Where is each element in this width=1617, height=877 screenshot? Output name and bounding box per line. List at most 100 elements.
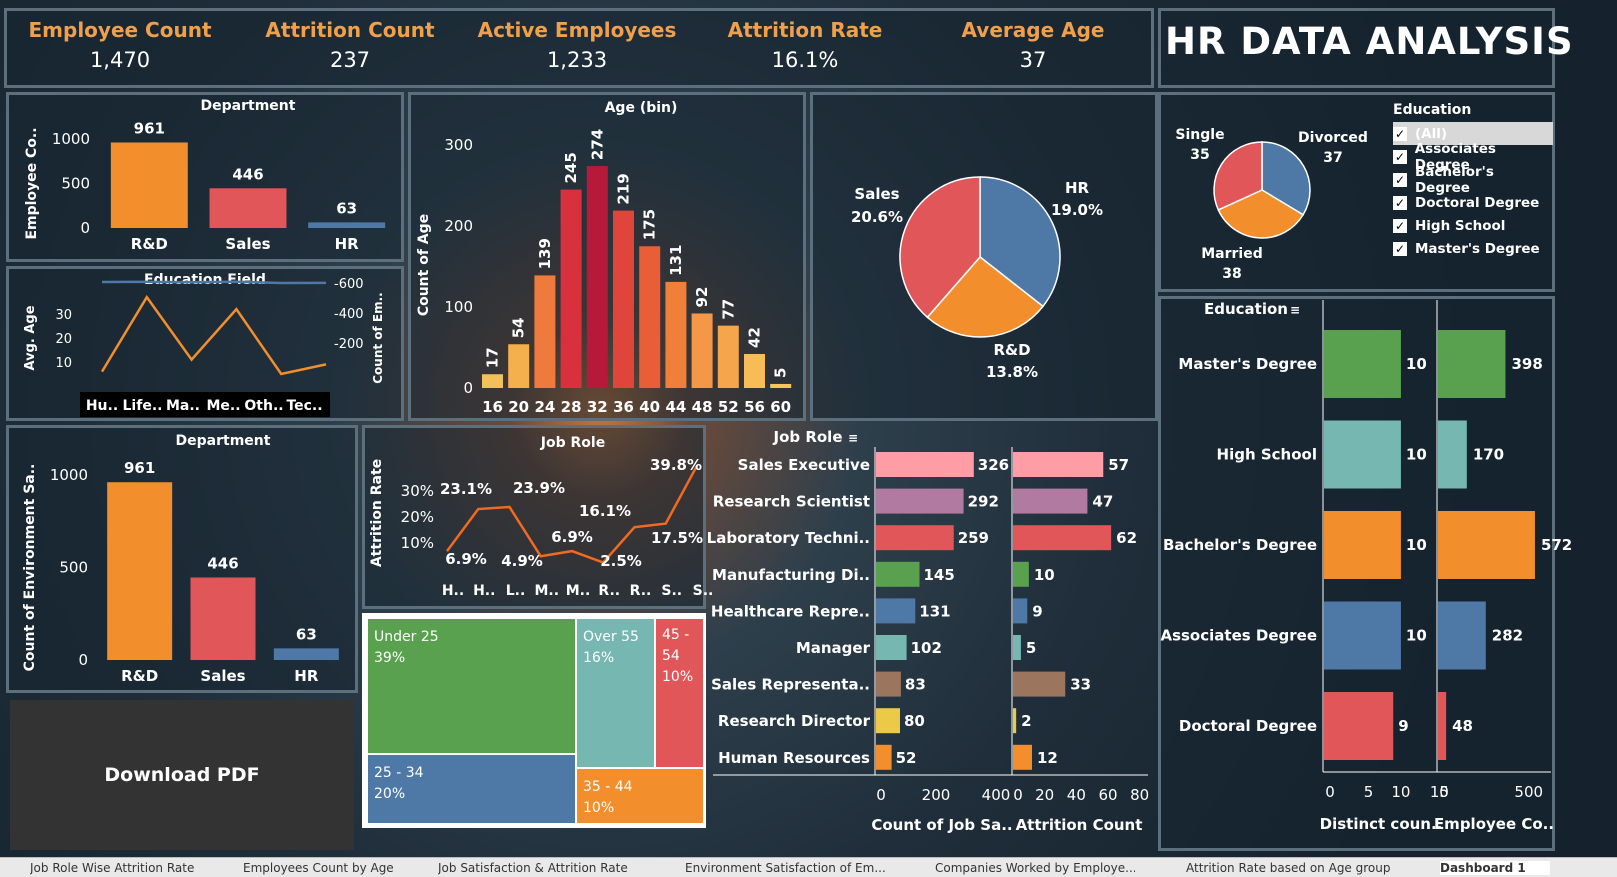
checkbox-icon[interactable]: ✓: [1393, 126, 1407, 141]
bar-value-label: 131: [919, 602, 950, 620]
bar-value-label: 10: [1406, 627, 1427, 645]
bar: [560, 189, 582, 388]
checkbox-icon[interactable]: ✓: [1393, 172, 1407, 187]
row-label: Sales Executive: [738, 456, 870, 474]
data-label: 4.9%: [501, 552, 543, 570]
pie-value-label: 19.0%: [1051, 201, 1103, 219]
bar-value-label: 259: [958, 529, 989, 547]
y2-tick-label: -400: [334, 307, 364, 322]
bar: [1438, 511, 1535, 579]
bar: [508, 344, 530, 388]
filter-option-high-school[interactable]: ✓ High School: [1393, 214, 1553, 237]
x-tick-label: 36: [613, 398, 634, 416]
x-tick-label: 500: [1514, 783, 1543, 801]
bar: [482, 374, 503, 388]
bar: [1013, 598, 1028, 624]
bar-value-label: 54: [510, 317, 528, 338]
x-tick-label: 28: [561, 398, 582, 416]
x-tick-label: 40: [639, 398, 660, 416]
bar: [1013, 452, 1104, 477]
x-tick-label: 48: [692, 398, 713, 416]
tab-sheet[interactable]: Environment Satisfaction of Em...: [685, 861, 907, 875]
filter-option-bachelors[interactable]: ✓ Bachelor's Degree: [1393, 164, 1553, 196]
tab-sheet[interactable]: Attrition Rate based on Age group: [1186, 861, 1404, 875]
x-tick-label: 0: [1325, 783, 1335, 801]
treemap-value-label: 20%: [374, 786, 405, 802]
checkbox-icon[interactable]: ✓: [1393, 218, 1407, 233]
bar: [876, 635, 907, 660]
y-tick-label: 30%: [401, 482, 434, 500]
x-tick-label: 0: [876, 786, 886, 804]
bar: [639, 246, 661, 388]
chart-title: Age (bin): [605, 100, 678, 116]
tab-dashboard[interactable]: Dashboard 1: [1440, 861, 1550, 875]
x-tick-label: Life..: [123, 398, 163, 414]
bar: [1438, 692, 1447, 760]
filter-option-label: Bachelor's Degree: [1414, 163, 1494, 196]
y-tick-label: 0: [80, 219, 90, 237]
download-pdf-button[interactable]: Download PDF: [10, 700, 354, 850]
bar: [876, 452, 974, 477]
bar: [1013, 635, 1021, 660]
bar: [876, 744, 892, 770]
bar: [691, 313, 713, 388]
checkbox-icon[interactable]: ✓: [1393, 241, 1407, 256]
x-tick-label: 56: [744, 398, 765, 416]
row-label: Research Scientist: [713, 493, 870, 511]
filter-option-masters[interactable]: ✓ Master's Degree: [1393, 237, 1553, 260]
chart-education-field: Education Field Avg. Age Count of Em.. 10 20…: [23, 272, 385, 417]
x-tick-label: 0: [1439, 783, 1449, 801]
x-tick-label: 16: [482, 398, 503, 416]
y-tick-label: 1000: [50, 466, 88, 484]
bar: [107, 482, 173, 660]
bar-value-label: 80: [904, 712, 925, 730]
bar-value-label: 170: [1473, 446, 1504, 464]
chart-pie-department: HR 19.0% R&D 13.8% Sales 20.6%: [851, 176, 1103, 381]
bar: [770, 383, 792, 388]
x-tick-label: 20: [1035, 786, 1054, 804]
filter-option-doctoral[interactable]: ✓ Doctoral Degree: [1393, 191, 1553, 214]
y-tick-label: 20%: [401, 508, 434, 526]
x-tick-label: R..: [630, 583, 652, 599]
y-tick-label: 20: [55, 332, 72, 347]
row-label: Laboratory Techni..: [707, 529, 870, 547]
y-tick-label: 30: [55, 308, 72, 323]
row-label: Associates Degree: [1160, 627, 1317, 645]
tab-sheet[interactable]: Companies Worked by Employe...: [935, 861, 1135, 875]
tab-sheet[interactable]: Job Role Wise Attrition Rate: [30, 861, 225, 875]
bar-value-label: 2: [1021, 712, 1031, 730]
x-tick-label: S..: [661, 583, 682, 599]
y2-axis-label: Count of Em..: [371, 292, 385, 384]
x-tick-label: 40: [1067, 786, 1086, 804]
checkbox-icon[interactable]: ✓: [1393, 149, 1407, 164]
bar: [613, 210, 634, 388]
bar-value-label: 219: [615, 173, 633, 204]
x-tick-label: Me..: [206, 398, 240, 414]
bar: [876, 561, 920, 587]
x-tick-label: 5: [1364, 783, 1374, 801]
checkbox-icon[interactable]: ✓: [1393, 195, 1407, 210]
row-label: Bachelor's Degree: [1163, 536, 1317, 554]
sort-icon: ≡: [848, 431, 858, 445]
bar: [876, 671, 901, 697]
bar: [273, 648, 339, 660]
pie-label: R&D: [993, 341, 1030, 359]
tab-sheet[interactable]: Job Satisfaction & Attrition Rate: [438, 861, 660, 875]
x-tick-label: 80: [1130, 786, 1149, 804]
row-label: Doctoral Degree: [1179, 717, 1317, 735]
treemap-label: Under 25: [374, 629, 439, 645]
sort-icon: ≡: [1290, 303, 1300, 317]
chart-jobrole-bars: Job Role ≡ Sales Executive 326 57 Research Sc…: [707, 428, 1150, 834]
x-tick-label: M..: [534, 583, 559, 599]
bar: [1013, 525, 1112, 551]
y-tick-label: 200: [444, 217, 473, 235]
tab-sheet[interactable]: Employees Count by Age: [243, 861, 421, 875]
bar-value-label: 139: [536, 238, 554, 269]
pie-value-label: 37: [1323, 150, 1342, 166]
x-tick-label: Sales: [225, 235, 270, 253]
bar-value-label: 446: [232, 165, 263, 183]
bar: [876, 708, 900, 734]
line-series-count: [101, 280, 327, 285]
row-label: High School: [1217, 446, 1317, 464]
bar: [876, 598, 916, 624]
